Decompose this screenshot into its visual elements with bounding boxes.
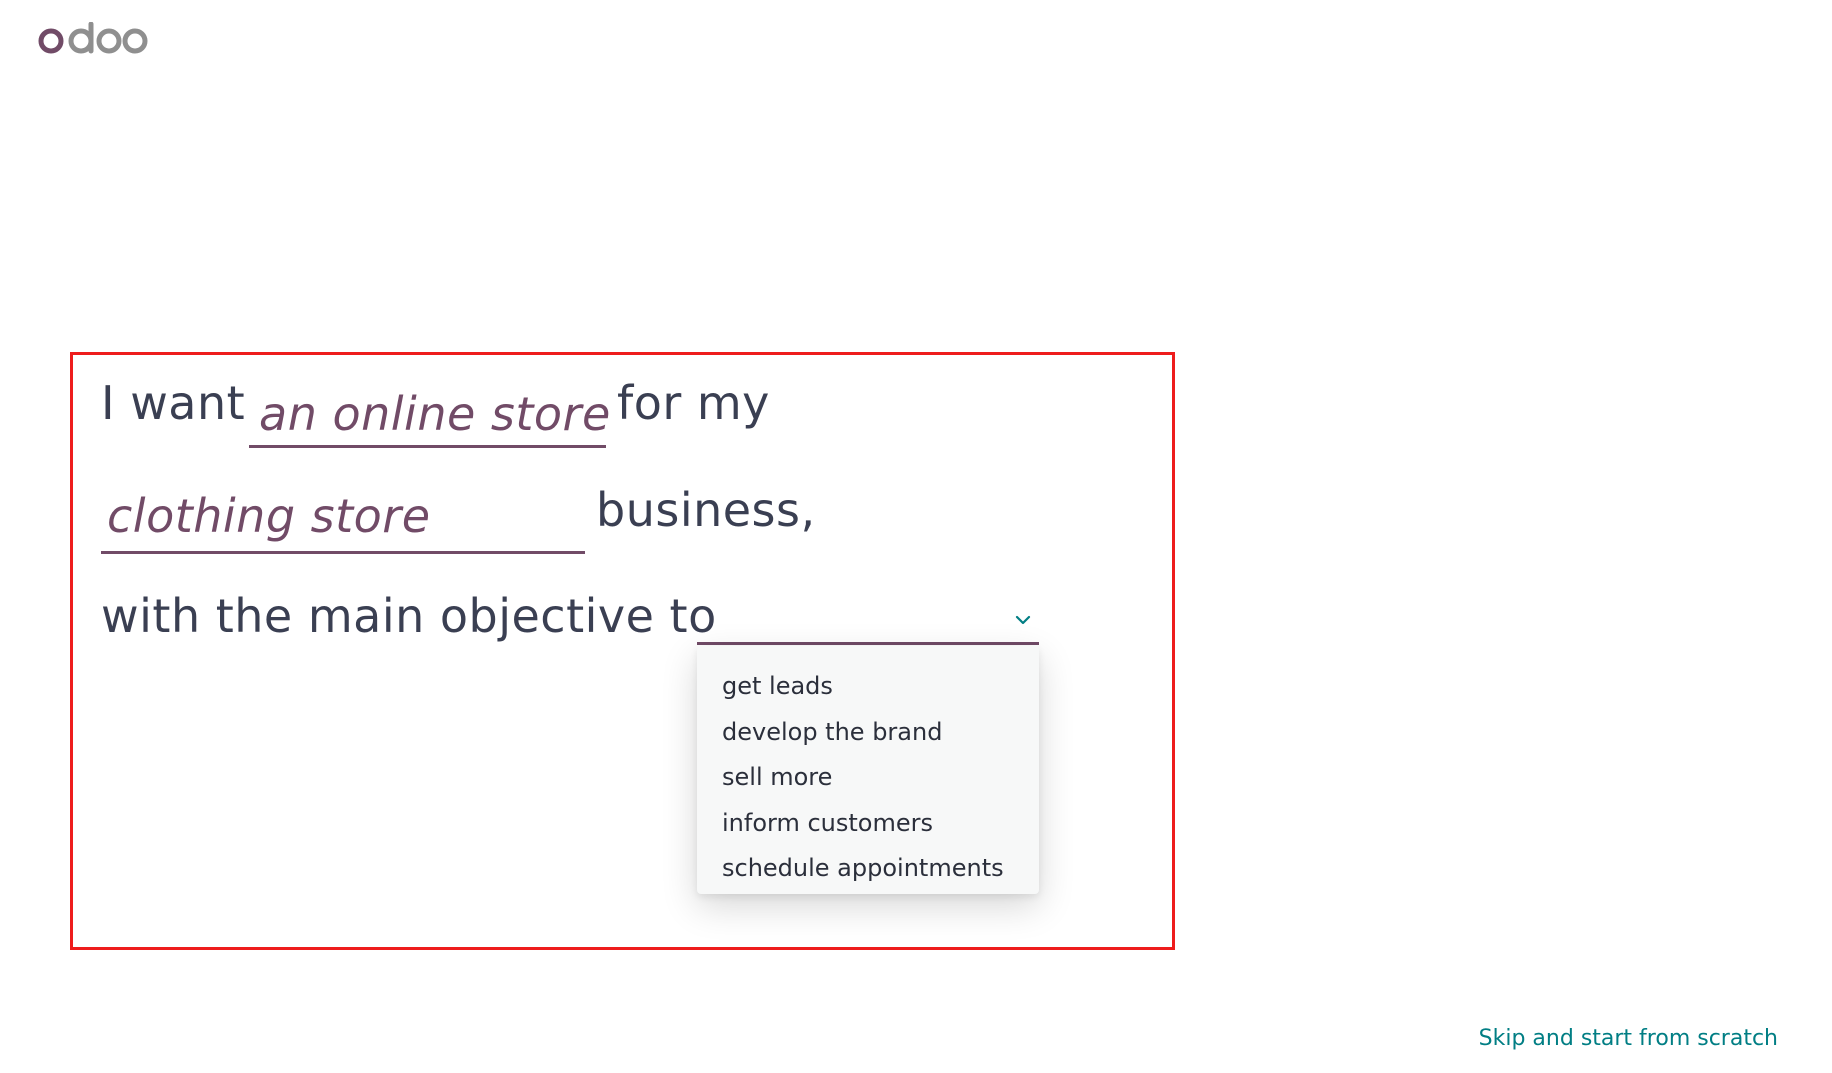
line3-prefix: with the main objective to: [101, 589, 717, 643]
sentence-line-2-suffix: business,: [596, 483, 816, 537]
odoo-logo-graphic: [38, 22, 148, 54]
sentence-line-1: I want: [101, 376, 245, 430]
dropdown-option-develop-brand[interactable]: develop the brand: [697, 710, 1039, 756]
dropdown-option-get-leads[interactable]: get leads: [697, 664, 1039, 710]
website-type-field[interactable]: an online store: [249, 386, 610, 448]
website-configurator-page: I want an online store for my clothing s…: [0, 0, 1832, 1073]
objective-select[interactable]: [697, 598, 1039, 645]
dropdown-option-sell-more[interactable]: sell more: [697, 755, 1039, 801]
dropdown-option-inform-customers[interactable]: inform customers: [697, 801, 1039, 847]
sentence-line-3: with the main objective to: [101, 589, 717, 643]
website-type-value: an online store: [259, 387, 611, 441]
odoo-logo: [38, 16, 148, 62]
chevron-down-icon[interactable]: [1013, 612, 1033, 628]
skip-and-start-from-scratch-link[interactable]: Skip and start from scratch: [1479, 1026, 1778, 1051]
sentence-line-1-suffix: for my: [617, 376, 770, 430]
line1-prefix: I want: [101, 376, 246, 430]
objective-dropdown-menu: get leads develop the brand sell more in…: [697, 646, 1039, 894]
industry-field[interactable]: clothing store: [101, 480, 585, 554]
line1-suffix: for my: [617, 376, 770, 430]
dropdown-option-schedule-appointments[interactable]: schedule appointments: [697, 846, 1039, 892]
industry-value: clothing store: [107, 489, 431, 543]
line2-suffix: business,: [596, 483, 816, 537]
